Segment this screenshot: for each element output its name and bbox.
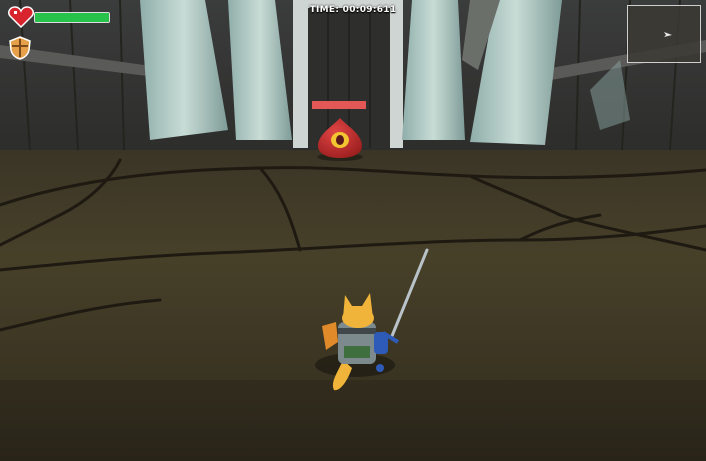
timer: TIME: 00:09:611 bbox=[309, 5, 397, 15]
enemy-health-bar bbox=[312, 101, 366, 109]
enemy-health-bar-fill bbox=[312, 101, 366, 109]
shield-icon bbox=[9, 36, 31, 60]
pillar-right-inner bbox=[402, 0, 465, 140]
player-arrow-icon bbox=[664, 32, 672, 37]
minimap bbox=[627, 5, 701, 63]
game-scene bbox=[0, 0, 706, 461]
